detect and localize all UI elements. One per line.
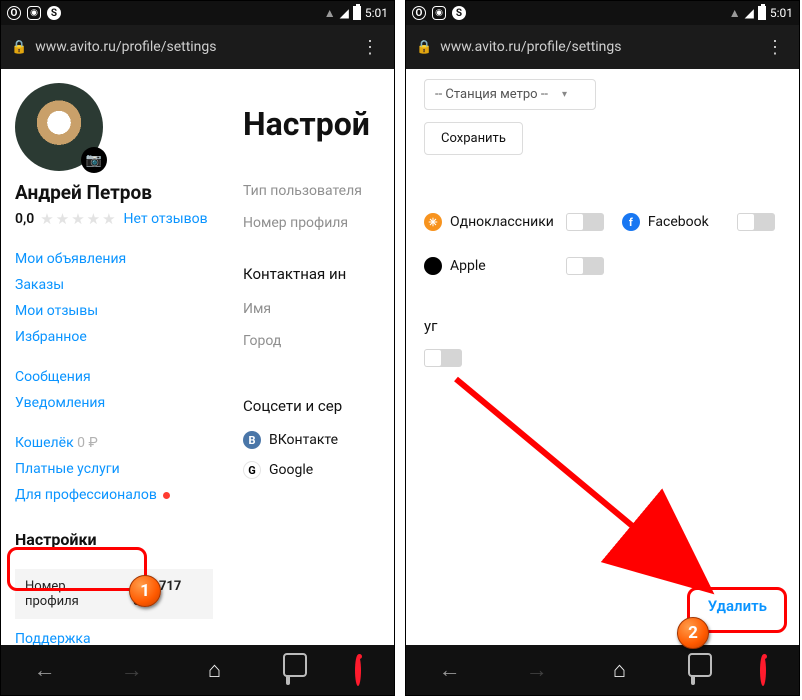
apple-icon [424, 257, 442, 275]
lock-icon: 🔒 [11, 40, 27, 55]
menu-my-ads[interactable]: Мои объявления [15, 246, 213, 272]
camera-icon[interactable]: 📷 [81, 147, 107, 173]
save-button[interactable]: Сохранить [424, 122, 523, 155]
menu-support[interactable]: Поддержка [15, 619, 213, 645]
page-content-right: -- Станция метро -- ▾ Сохранить ✳ Однокл… [406, 69, 799, 645]
back-icon[interactable]: ← [439, 657, 461, 683]
shazam-icon: S [452, 6, 466, 20]
lock-icon: 🔒 [416, 40, 432, 55]
menu-favorites[interactable]: Избранное [15, 324, 213, 350]
profile-number-row: Номер профиля 208 717 327 [15, 569, 213, 619]
label-contact-info: Контактная ин [243, 239, 380, 293]
address-bar[interactable]: 🔒 www.avito.ru/profile/settings ⋮ [1, 25, 394, 69]
browser-bottom-bar: ← → ⌂ [1, 645, 394, 695]
social-google[interactable]: G Google [243, 455, 380, 485]
signal-icon: ◢ [745, 6, 754, 20]
toggle-ok[interactable] [566, 213, 604, 231]
battery-icon [758, 6, 766, 20]
url-text: www.avito.ru/profile/settings [35, 39, 357, 55]
more-icon[interactable]: ⋮ [762, 37, 789, 58]
status-bar: O ◉ S ▲ ◢ 5:01 [1, 1, 394, 25]
url-text: www.avito.ru/profile/settings [440, 39, 762, 55]
opera-icon: O [412, 6, 426, 20]
chevron-down-icon: ▾ [562, 89, 567, 100]
social-facebook: f Facebook [622, 207, 725, 237]
toggle-ug[interactable] [424, 349, 462, 367]
screenshot-left: O ◉ S ▲ ◢ 5:01 🔒 www.avito.ru/profile/se… [0, 0, 395, 696]
profile-name: Андрей Петров [15, 181, 213, 204]
social-apple: Apple [424, 251, 554, 281]
label-name-field: Имя [243, 293, 380, 325]
label-ug: уг [424, 317, 781, 335]
rating-stars-icon: ★★★★★ [40, 210, 117, 228]
shazam-icon: S [47, 6, 61, 20]
clock: 5:01 [365, 6, 388, 20]
tabs-icon[interactable] [691, 658, 695, 683]
menu-my-reviews[interactable]: Мои отзывы [15, 298, 213, 324]
signal-icon: ◢ [340, 6, 349, 20]
opera-menu-icon[interactable] [355, 658, 361, 683]
page-title: Настрой [243, 105, 380, 143]
wifi-icon: ▲ [324, 6, 336, 20]
menu-paid[interactable]: Платные услуги [15, 456, 213, 482]
facebook-icon: f [622, 213, 640, 231]
more-icon[interactable]: ⋮ [357, 37, 384, 58]
menu-settings-active[interactable]: Настройки [15, 522, 213, 559]
battery-icon [353, 6, 361, 20]
clock: 5:01 [770, 6, 793, 20]
red-dot-icon [163, 492, 170, 499]
social-vk[interactable]: B ВКонтакте [243, 425, 380, 455]
instagram-icon: ◉ [27, 6, 41, 20]
back-icon[interactable]: ← [34, 657, 56, 683]
opera-icon: O [7, 6, 21, 20]
menu-pro[interactable]: Для профессионалов [15, 482, 213, 508]
browser-bottom-bar: ← → ⌂ [406, 645, 799, 695]
label-city-field: Город [243, 325, 380, 357]
page-content-left: 📷 Андрей Петров 0,0 ★★★★★ Нет отзывов Мо… [1, 69, 394, 645]
label-socials: Соцсети и сер [243, 357, 380, 425]
toggle-apple[interactable] [566, 257, 604, 275]
no-reviews-link[interactable]: Нет отзывов [124, 211, 208, 227]
address-bar[interactable]: 🔒 www.avito.ru/profile/settings ⋮ [406, 25, 799, 69]
forward-icon[interactable]: → [121, 657, 143, 683]
instagram-icon: ◉ [432, 6, 446, 20]
home-icon[interactable]: ⌂ [208, 657, 221, 683]
ok-icon: ✳ [424, 213, 442, 231]
label-profile-num: Номер профиля [243, 207, 380, 239]
metro-select[interactable]: -- Станция метро -- ▾ [424, 79, 596, 110]
vk-icon: B [243, 431, 261, 449]
menu-notifications[interactable]: Уведомления [15, 390, 213, 416]
delete-button[interactable]: Удалить [698, 589, 777, 623]
opera-menu-icon[interactable] [760, 658, 766, 683]
screenshot-right: O ◉ S ▲ ◢ 5:01 🔒 www.avito.ru/profile/se… [405, 0, 800, 696]
rating-score: 0,0 [15, 211, 34, 227]
home-icon[interactable]: ⌂ [613, 657, 626, 683]
social-ok: ✳ Одноклассники [424, 207, 554, 237]
forward-icon[interactable]: → [526, 657, 548, 683]
tabs-icon[interactable] [286, 658, 290, 683]
menu-wallet[interactable]: Кошелёк 0 ₽ [15, 430, 213, 456]
wifi-icon: ▲ [729, 6, 741, 20]
annotation-badge-2: 2 [677, 617, 709, 649]
label-user-type: Тип пользователя [243, 175, 380, 207]
avatar[interactable]: 📷 [15, 83, 103, 171]
toggle-facebook[interactable] [737, 213, 775, 231]
google-icon: G [243, 461, 261, 479]
menu-messages[interactable]: Сообщения [15, 364, 213, 390]
profile-number-label: Номер профиля [25, 579, 117, 609]
annotation-badge-1: 1 [129, 575, 161, 607]
status-bar: O ◉ S ▲ ◢ 5:01 [406, 1, 799, 25]
menu-orders[interactable]: Заказы [15, 272, 213, 298]
